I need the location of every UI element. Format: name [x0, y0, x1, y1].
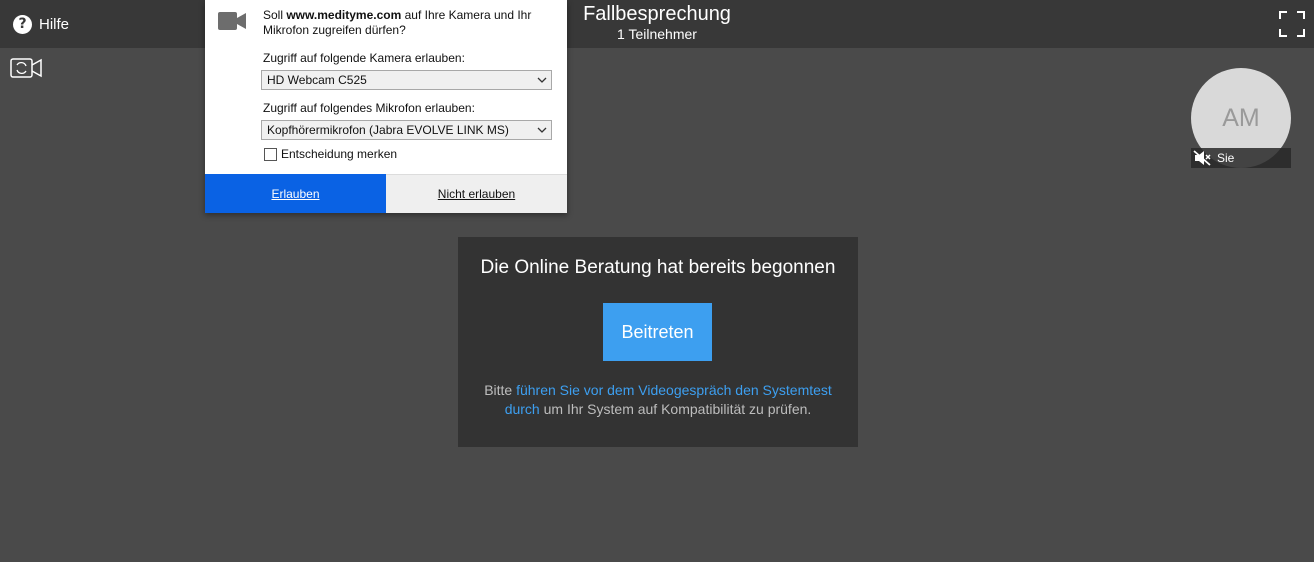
camera-select[interactable]: HD Webcam C525 [261, 70, 552, 90]
hint-text-before: Bitte [484, 382, 517, 398]
mic-select-value: Kopfhörermikrofon (Jabra EVOLVE LINK MS) [267, 123, 509, 137]
self-label-bar: Sie [1191, 148, 1291, 168]
allow-button[interactable]: Erlauben [205, 174, 386, 213]
hint-text-after: um Ihr System auf Kompatibilität zu prüf… [539, 401, 812, 417]
remember-label: Entscheidung merken [281, 147, 398, 161]
system-test-hint: Bitte führen Sie vor dem Videogespräch d… [478, 381, 838, 419]
join-panel: Die Online Beratung hat bereits begonnen… [458, 237, 858, 447]
muted-speaker-icon [1193, 150, 1211, 166]
deny-button[interactable]: Nicht erlauben [386, 174, 567, 213]
join-button[interactable]: Beitreten [603, 303, 712, 361]
camera-switch-icon[interactable] [10, 57, 42, 79]
remember-decision-row[interactable]: Entscheidung merken [264, 147, 397, 161]
fullscreen-icon[interactable] [1279, 11, 1305, 37]
site-name: www.medityme.com [286, 8, 402, 22]
permission-popup: Soll www.medityme.com auf Ihre Kamera un… [205, 0, 567, 213]
join-panel-title: Die Online Beratung hat bereits begonnen [480, 257, 836, 278]
help-button[interactable]: ? Hilfe [13, 14, 69, 34]
chevron-down-icon [537, 127, 547, 133]
permission-question: Soll www.medityme.com auf Ihre Kamera un… [263, 8, 553, 38]
camera-select-label: Zugriff auf folgende Kamera erlauben: [263, 51, 465, 65]
question-circle-icon: ? [13, 14, 32, 34]
chevron-down-icon [537, 77, 547, 83]
mic-select-label: Zugriff auf folgendes Mikrofon erlauben: [263, 101, 475, 115]
remember-checkbox[interactable] [264, 147, 277, 161]
mic-select[interactable]: Kopfhörermikrofon (Jabra EVOLVE LINK MS) [261, 120, 552, 140]
question-prefix: Soll [263, 8, 287, 22]
top-bar: ? Hilfe Fallbesprechung 1 Teilnehmer [0, 0, 1314, 48]
camera-select-value: HD Webcam C525 [267, 73, 367, 87]
self-label: Sie [1217, 151, 1235, 165]
help-label: Hilfe [39, 15, 70, 33]
video-camera-icon [218, 12, 246, 30]
